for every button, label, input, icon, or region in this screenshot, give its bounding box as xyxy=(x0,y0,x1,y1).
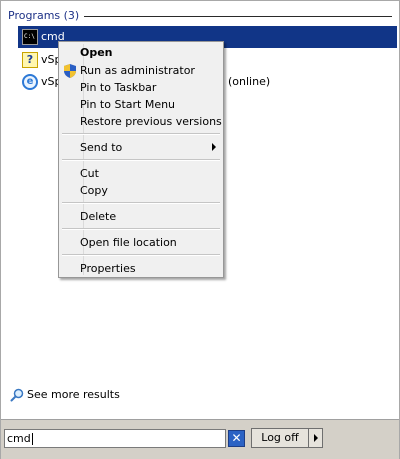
magnifier-icon xyxy=(10,388,24,402)
menu-item-properties[interactable]: Properties xyxy=(80,260,136,277)
programs-section-header: Programs (3) xyxy=(8,9,396,23)
menu-separator xyxy=(62,228,220,230)
see-more-results-label: See more results xyxy=(27,388,120,401)
log-off-label: Log off xyxy=(261,431,299,444)
menu-item-run-as-administrator[interactable]: Run as administrator xyxy=(80,62,195,79)
programs-header-label[interactable]: Programs (3) xyxy=(8,9,85,23)
clear-search-button[interactable]: ✕ xyxy=(228,430,245,447)
start-menu-bottom-bar: cmd ✕ Log off xyxy=(1,419,399,459)
result-item-tail: (online) xyxy=(228,75,271,88)
menu-separator xyxy=(62,159,220,161)
search-input-value: cmd xyxy=(7,432,31,445)
command-prompt-icon: C:\ xyxy=(22,29,38,45)
menu-separator xyxy=(62,133,220,135)
menu-item-restore-previous-versions[interactable]: Restore previous versions xyxy=(80,113,222,130)
menu-item-copy[interactable]: Copy xyxy=(80,182,108,199)
menu-separator xyxy=(62,254,220,256)
menu-item-open[interactable]: Open xyxy=(80,44,113,61)
help-file-icon: ? xyxy=(22,52,38,68)
menu-separator xyxy=(62,202,220,204)
menu-item-pin-to-start-menu[interactable]: Pin to Start Menu xyxy=(80,96,175,113)
menu-item-open-file-location[interactable]: Open file location xyxy=(80,234,177,251)
submenu-arrow-icon xyxy=(212,143,216,151)
uac-shield-icon xyxy=(64,64,76,78)
section-divider xyxy=(76,16,392,17)
menu-item-pin-to-taskbar[interactable]: Pin to Taskbar xyxy=(80,79,156,96)
chevron-right-icon xyxy=(314,434,318,442)
internet-explorer-icon: e xyxy=(22,74,38,90)
close-icon: ✕ xyxy=(231,431,242,445)
shutdown-options-button[interactable] xyxy=(308,428,323,448)
search-input[interactable]: cmd xyxy=(4,429,226,448)
menu-item-cut[interactable]: Cut xyxy=(80,165,99,182)
text-caret xyxy=(31,433,33,445)
start-menu-search-results: Programs (3) C:\ cmd ? vSp e vSp (online… xyxy=(0,0,400,459)
menu-item-send-to[interactable]: Send to xyxy=(80,139,122,156)
menu-item-delete[interactable]: Delete xyxy=(80,208,116,225)
context-menu: Open Run as administrator Pin to Taskbar… xyxy=(58,41,224,278)
log-off-button[interactable]: Log off xyxy=(251,428,309,448)
